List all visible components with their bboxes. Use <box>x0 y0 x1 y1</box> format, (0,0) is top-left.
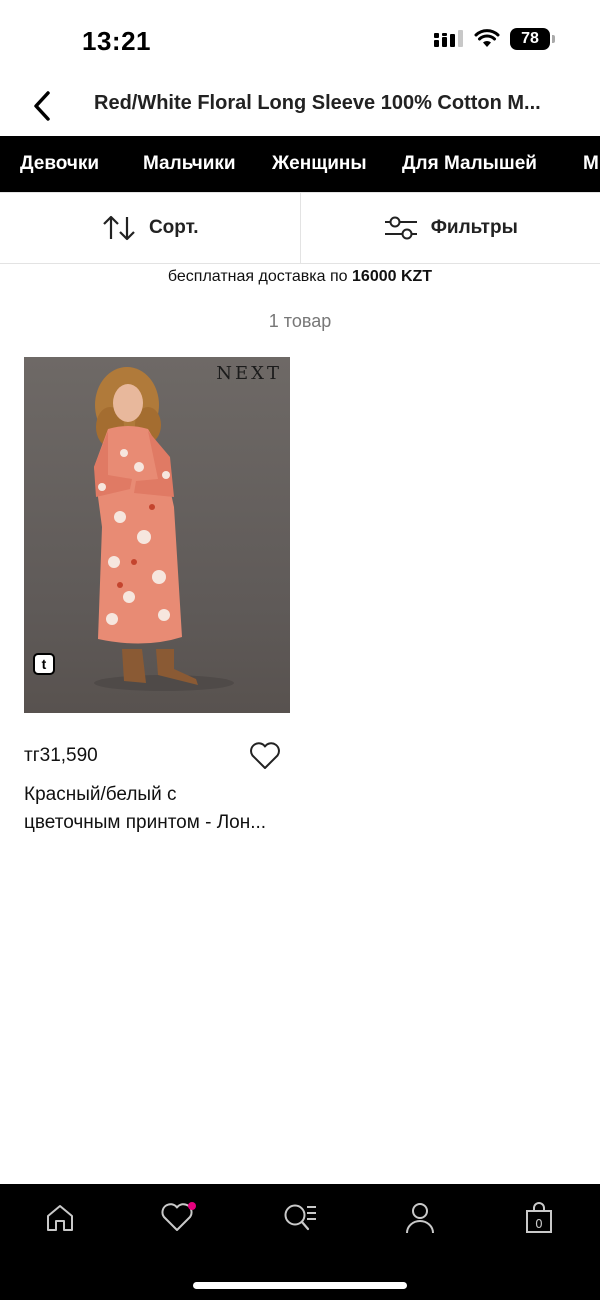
filter-button[interactable]: Фильтры <box>299 193 600 263</box>
add-to-wishlist-button[interactable] <box>248 741 282 773</box>
filter-sliders-icon <box>384 216 417 240</box>
price-row: тг31,590 <box>24 741 290 781</box>
wishlist-notification-dot <box>188 1202 196 1210</box>
category-boys[interactable]: Мальчики <box>143 136 236 192</box>
tab-wishlist[interactable] <box>149 1198 209 1238</box>
home-indicator <box>193 1282 407 1289</box>
brand-logo: NEXT <box>216 363 282 384</box>
category-next[interactable]: М <box>583 136 599 192</box>
search-icon <box>284 1204 316 1231</box>
product-card[interactable]: NEXT t тг31,590 Красный/белый с цветочны… <box>24 357 290 837</box>
wifi-icon <box>474 29 500 47</box>
sort-filter-bar: Сорт. Фильтры <box>0 192 600 264</box>
home-icon <box>47 1205 73 1231</box>
category-girls[interactable]: Девочки <box>20 136 99 192</box>
sort-arrows-icon <box>103 215 135 241</box>
product-image[interactable]: NEXT t <box>24 357 290 713</box>
tab-home[interactable] <box>30 1198 90 1238</box>
brand-badge-icon: t <box>33 653 55 675</box>
category-babies[interactable]: Для Малышей <box>402 136 537 192</box>
battery-level: 78 <box>521 30 539 47</box>
product-price: тг31,590 <box>24 745 98 766</box>
bag-count: 0 <box>535 1217 543 1231</box>
results-count: 1 товар <box>268 311 332 331</box>
product-name-line2: цветочным принтом - Лон... <box>24 812 267 833</box>
chevron-left-icon <box>34 91 50 121</box>
heart-outline-icon <box>250 742 280 769</box>
bag-icon: 0 <box>526 1202 552 1233</box>
header: Red/White Floral Long Sleeve 100% Cotton… <box>0 80 600 136</box>
tab-account[interactable] <box>390 1198 450 1238</box>
battery-indicator: 78 <box>510 28 555 50</box>
delivery-amount: 16000 KZT <box>352 268 433 285</box>
delivery-text: бесплатная доставка по <box>167 268 353 285</box>
status-time: 13:21 <box>82 26 151 56</box>
page-title: Red/White Floral Long Sleeve 100% Cotton… <box>94 92 541 114</box>
account-icon <box>406 1203 434 1234</box>
category-nav: Девочки Мальчики Женщины Для Малышей М <box>0 136 600 192</box>
category-women[interactable]: Женщины <box>272 136 367 192</box>
status-icons: 78 <box>434 28 555 50</box>
tab-bag[interactable]: 0 <box>509 1198 569 1238</box>
wishlist-icon <box>161 1202 196 1231</box>
product-name-line1: Красный/белый с <box>24 784 177 805</box>
sort-button[interactable]: Сорт. <box>0 193 300 263</box>
signal-icon <box>434 30 463 47</box>
status-bar: 13:21 78 <box>0 0 600 80</box>
model-photo <box>94 367 234 691</box>
delivery-banner: бесплатная доставка по 16000 KZT <box>0 268 600 286</box>
tab-search[interactable] <box>270 1198 330 1238</box>
sort-label: Сорт. <box>148 217 199 238</box>
back-button[interactable] <box>24 88 60 124</box>
filter-label: Фильтры <box>430 217 518 238</box>
product-name[interactable]: Красный/белый с цветочным принтом - Лон.… <box>24 781 290 837</box>
